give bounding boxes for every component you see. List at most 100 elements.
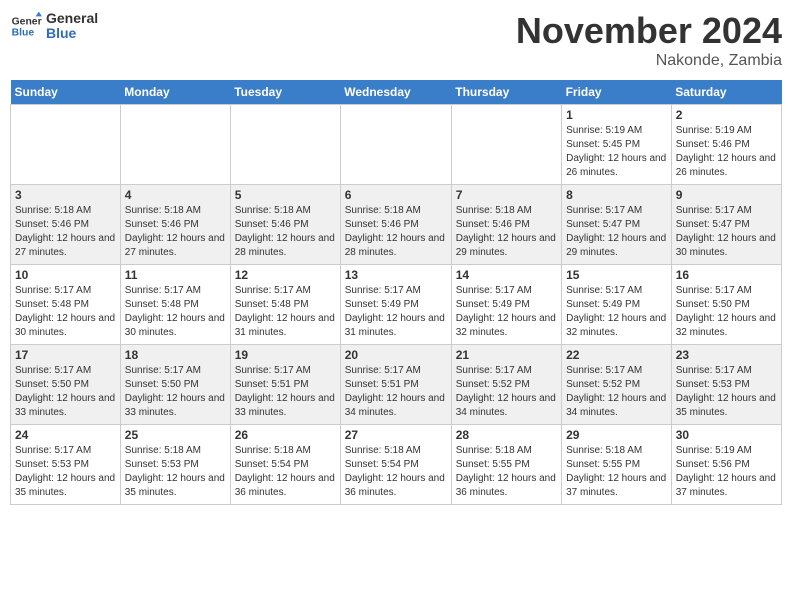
calendar-cell: 19 Sunrise: 5:17 AM Sunset: 5:51 PM Dayli… — [230, 345, 340, 425]
day-info: Sunrise: 5:17 AM Sunset: 5:52 PM Dayligh… — [566, 364, 667, 420]
day-number: 13 — [345, 268, 447, 282]
calendar-cell — [230, 105, 340, 185]
calendar-cell: 13 Sunrise: 5:17 AM Sunset: 5:49 PM Dayli… — [340, 265, 451, 345]
logo-blue: Blue — [46, 26, 98, 41]
calendar-cell: 30Sunrise: 5:19 AM Sunset: 5:56 PM Dayli… — [671, 425, 781, 505]
calendar-cell: 14Sunrise: 5:17 AM Sunset: 5:49 PM Dayli… — [451, 265, 561, 345]
day-number: 27 — [345, 428, 447, 442]
day-number: 8 — [566, 188, 667, 202]
day-info: Sunrise: 5:18 AM Sunset: 5:46 PM Dayligh… — [456, 204, 557, 260]
day-info: Sunrise: 5:17 AM Sunset: 5:51 PM Dayligh… — [235, 364, 336, 420]
calendar-cell: 15 Sunrise: 5:17 AM Sunset: 5:49 PM Dayli… — [562, 265, 672, 345]
day-info: Sunrise: 5:19 AM Sunset: 5:46 PM Dayligh… — [676, 124, 777, 180]
calendar-week-row: 1 Sunrise: 5:19 AM Sunset: 5:45 PM Daylig… — [11, 105, 782, 185]
calendar-cell: 4 Sunrise: 5:18 AM Sunset: 5:46 PM Daylig… — [120, 185, 230, 265]
day-info: Sunrise: 5:17 AM Sunset: 5:48 PM Dayligh… — [125, 284, 226, 340]
calendar-cell: 29Sunrise: 5:18 AM Sunset: 5:55 PM Dayli… — [562, 425, 672, 505]
day-info: Sunrise: 5:18 AM Sunset: 5:55 PM Dayligh… — [566, 444, 667, 500]
calendar-cell: 6 Sunrise: 5:18 AM Sunset: 5:46 PM Daylig… — [340, 185, 451, 265]
day-info: Sunrise: 5:18 AM Sunset: 5:55 PM Dayligh… — [456, 444, 557, 500]
day-info: Sunrise: 5:17 AM Sunset: 5:50 PM Dayligh… — [676, 284, 777, 340]
calendar-cell — [11, 105, 121, 185]
weekday-header: Saturday — [671, 80, 781, 105]
day-number: 22 — [566, 348, 667, 362]
day-number: 4 — [125, 188, 226, 202]
svg-text:Blue: Blue — [12, 28, 35, 39]
day-info: Sunrise: 5:17 AM Sunset: 5:51 PM Dayligh… — [345, 364, 447, 420]
day-number: 24 — [15, 428, 116, 442]
calendar-cell: 16Sunrise: 5:17 AM Sunset: 5:50 PM Dayli… — [671, 265, 781, 345]
day-number: 11 — [125, 268, 226, 282]
calendar-cell: 25Sunrise: 5:18 AM Sunset: 5:53 PM Dayli… — [120, 425, 230, 505]
day-info: Sunrise: 5:17 AM Sunset: 5:53 PM Dayligh… — [676, 364, 777, 420]
day-number: 3 — [15, 188, 116, 202]
weekday-header: Sunday — [11, 80, 121, 105]
day-info: Sunrise: 5:18 AM Sunset: 5:46 PM Dayligh… — [345, 204, 447, 260]
day-number: 6 — [345, 188, 447, 202]
day-info: Sunrise: 5:18 AM Sunset: 5:46 PM Dayligh… — [235, 204, 336, 260]
day-number: 18 — [125, 348, 226, 362]
day-info: Sunrise: 5:17 AM Sunset: 5:49 PM Dayligh… — [345, 284, 447, 340]
day-info: Sunrise: 5:17 AM Sunset: 5:49 PM Dayligh… — [456, 284, 557, 340]
calendar-cell: 1 Sunrise: 5:19 AM Sunset: 5:45 PM Daylig… — [562, 105, 672, 185]
calendar-cell: 24Sunrise: 5:17 AM Sunset: 5:53 PM Dayli… — [11, 425, 121, 505]
day-number: 25 — [125, 428, 226, 442]
calendar-week-row: 3 Sunrise: 5:18 AM Sunset: 5:46 PM Daylig… — [11, 185, 782, 265]
calendar-cell: 27Sunrise: 5:18 AM Sunset: 5:54 PM Dayli… — [340, 425, 451, 505]
day-info: Sunrise: 5:17 AM Sunset: 5:48 PM Dayligh… — [15, 284, 116, 340]
calendar-week-row: 17 Sunrise: 5:17 AM Sunset: 5:50 PM Dayli… — [11, 345, 782, 425]
calendar-cell: 17 Sunrise: 5:17 AM Sunset: 5:50 PM Dayli… — [11, 345, 121, 425]
calendar-cell: 21Sunrise: 5:17 AM Sunset: 5:52 PM Dayli… — [451, 345, 561, 425]
day-number: 7 — [456, 188, 557, 202]
day-number: 19 — [235, 348, 336, 362]
calendar-week-row: 24Sunrise: 5:17 AM Sunset: 5:53 PM Dayli… — [11, 425, 782, 505]
calendar-cell — [340, 105, 451, 185]
weekday-header: Friday — [562, 80, 672, 105]
day-info: Sunrise: 5:18 AM Sunset: 5:46 PM Dayligh… — [125, 204, 226, 260]
logo: General Blue General Blue — [10, 10, 98, 42]
calendar-cell: 26 Sunrise: 5:18 AM Sunset: 5:54 PM Dayli… — [230, 425, 340, 505]
calendar-cell: 11 Sunrise: 5:17 AM Sunset: 5:48 PM Dayli… — [120, 265, 230, 345]
calendar-cell: 5Sunrise: 5:18 AM Sunset: 5:46 PM Daylig… — [230, 185, 340, 265]
weekday-header: Monday — [120, 80, 230, 105]
day-info: Sunrise: 5:17 AM Sunset: 5:47 PM Dayligh… — [676, 204, 777, 260]
svg-text:General: General — [12, 16, 42, 27]
day-number: 28 — [456, 428, 557, 442]
calendar-cell: 18 Sunrise: 5:17 AM Sunset: 5:50 PM Dayli… — [120, 345, 230, 425]
calendar-cell: 20Sunrise: 5:17 AM Sunset: 5:51 PM Dayli… — [340, 345, 451, 425]
weekday-header: Wednesday — [340, 80, 451, 105]
day-number: 26 — [235, 428, 336, 442]
day-info: Sunrise: 5:19 AM Sunset: 5:45 PM Dayligh… — [566, 124, 667, 180]
calendar-table: SundayMondayTuesdayWednesdayThursdayFrid… — [10, 80, 782, 505]
day-number: 12 — [235, 268, 336, 282]
calendar-cell: 28 Sunrise: 5:18 AM Sunset: 5:55 PM Dayli… — [451, 425, 561, 505]
weekday-header: Tuesday — [230, 80, 340, 105]
day-number: 15 — [566, 268, 667, 282]
day-info: Sunrise: 5:17 AM Sunset: 5:47 PM Dayligh… — [566, 204, 667, 260]
calendar-cell: 12Sunrise: 5:17 AM Sunset: 5:48 PM Dayli… — [230, 265, 340, 345]
page-header: General Blue General Blue November 2024 … — [10, 10, 782, 70]
calendar-week-row: 10Sunrise: 5:17 AM Sunset: 5:48 PM Dayli… — [11, 265, 782, 345]
weekday-header: Thursday — [451, 80, 561, 105]
calendar-cell: 2 Sunrise: 5:19 AM Sunset: 5:46 PM Daylig… — [671, 105, 781, 185]
day-number: 1 — [566, 108, 667, 122]
day-info: Sunrise: 5:17 AM Sunset: 5:50 PM Dayligh… — [15, 364, 116, 420]
day-info: Sunrise: 5:17 AM Sunset: 5:52 PM Dayligh… — [456, 364, 557, 420]
day-number: 23 — [676, 348, 777, 362]
day-info: Sunrise: 5:19 AM Sunset: 5:56 PM Dayligh… — [676, 444, 777, 500]
logo-text: General Blue — [46, 11, 98, 42]
calendar-cell: 9 Sunrise: 5:17 AM Sunset: 5:47 PM Daylig… — [671, 185, 781, 265]
logo-icon: General Blue — [10, 10, 42, 42]
day-info: Sunrise: 5:17 AM Sunset: 5:49 PM Dayligh… — [566, 284, 667, 340]
calendar-cell: 23 Sunrise: 5:17 AM Sunset: 5:53 PM Dayli… — [671, 345, 781, 425]
calendar-cell: 7 Sunrise: 5:18 AM Sunset: 5:46 PM Daylig… — [451, 185, 561, 265]
month-title: November 2024 — [516, 10, 782, 52]
calendar-cell: 3Sunrise: 5:18 AM Sunset: 5:46 PM Daylig… — [11, 185, 121, 265]
day-info: Sunrise: 5:17 AM Sunset: 5:50 PM Dayligh… — [125, 364, 226, 420]
day-number: 17 — [15, 348, 116, 362]
day-number: 2 — [676, 108, 777, 122]
day-info: Sunrise: 5:18 AM Sunset: 5:54 PM Dayligh… — [235, 444, 336, 500]
calendar-cell: 8 Sunrise: 5:17 AM Sunset: 5:47 PM Daylig… — [562, 185, 672, 265]
location: Nakonde, Zambia — [516, 52, 782, 70]
day-number: 9 — [676, 188, 777, 202]
